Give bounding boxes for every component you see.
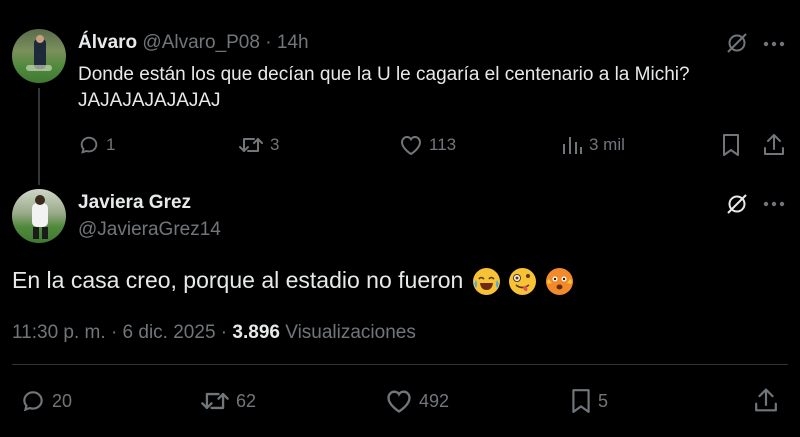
header-separator: ·: [265, 32, 272, 53]
like-icon: [385, 388, 413, 414]
bookmark-icon: [570, 388, 592, 414]
repost-icon: [238, 134, 264, 156]
repost-icon: [200, 388, 230, 414]
main-tweet-text: En la casa creo, porque al estadio no fu…: [12, 264, 573, 296]
main-reply-button[interactable]: 20: [20, 388, 72, 414]
parent-text-line1: Donde están los que decían que la U le c…: [78, 64, 690, 85]
reply-icon: [78, 134, 100, 156]
views-icon: [561, 134, 583, 156]
main-author-handle[interactable]: @JavieraGrez14: [78, 218, 221, 242]
more-icon[interactable]: [763, 41, 785, 47]
tears-of-joy-emoji: [472, 268, 500, 296]
parent-timestamp[interactable]: 14h: [277, 32, 309, 53]
meta-separator: ·: [110, 322, 118, 343]
avatar-alvaro[interactable]: [12, 29, 66, 83]
main-date[interactable]: 6 dic. 2025: [123, 322, 216, 343]
parent-like-button[interactable]: 113: [399, 134, 456, 156]
zany-face-emoji: [509, 268, 537, 296]
parent-views-button[interactable]: 3 mil: [561, 134, 625, 156]
bookmark-icon[interactable]: [721, 133, 741, 157]
main-repost-button[interactable]: 62: [200, 388, 256, 414]
main-views-label: Visualizaciones: [285, 322, 416, 343]
main-meta: 11:30 p. m. · 6 dic. 2025 · 3.896 Visual…: [12, 320, 416, 346]
main-bookmark-button[interactable]: 5: [570, 388, 608, 414]
main-views-count: 3.896: [232, 322, 280, 343]
share-icon[interactable]: [754, 387, 778, 414]
parent-repost-button[interactable]: 3: [238, 134, 279, 156]
divider: [12, 364, 788, 365]
main-text: En la casa creo, porque al estadio no fu…: [12, 267, 464, 293]
avatar-javiera[interactable]: [12, 189, 66, 243]
more-icon[interactable]: [763, 201, 785, 207]
parent-repost-count: 3: [270, 135, 280, 154]
like-icon: [399, 134, 423, 156]
parent-author-handle[interactable]: @Alvaro_P08: [142, 32, 260, 53]
flushed-face-emoji: [545, 268, 573, 296]
thread-line: [38, 88, 40, 185]
main-like-button[interactable]: 492: [385, 388, 449, 414]
parent-like-count: 113: [429, 135, 457, 154]
main-author-name[interactable]: Javiera Grez: [78, 191, 191, 215]
parent-header: Álvaro @Alvaro_P08 · 14h: [78, 31, 309, 55]
main-reply-count: 20: [52, 390, 73, 411]
meta-separator: ·: [220, 322, 228, 343]
main-bookmark-count: 5: [598, 390, 609, 411]
main-time[interactable]: 11:30 p. m.: [12, 322, 106, 343]
grok-icon[interactable]: [725, 192, 749, 216]
reply-icon: [20, 388, 46, 414]
parent-text-line2: JAJAJAJAJAJAJ: [78, 90, 221, 111]
parent-tweet-text: Donde están los que decían que la U le c…: [78, 62, 690, 114]
share-icon[interactable]: [763, 133, 785, 157]
parent-reply-count: 1: [106, 135, 116, 154]
parent-views-count: 3 mil: [589, 135, 625, 154]
main-like-count: 492: [419, 390, 450, 411]
grok-icon[interactable]: [725, 31, 749, 55]
main-repost-count: 62: [236, 390, 257, 411]
parent-author-name[interactable]: Álvaro: [78, 32, 137, 53]
parent-reply-button[interactable]: 1: [78, 134, 115, 156]
